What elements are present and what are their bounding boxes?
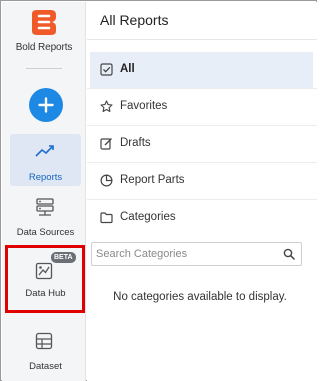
search-icon[interactable] xyxy=(283,248,295,260)
checkbox-icon xyxy=(100,63,113,76)
menu-item-drafts[interactable]: Drafts xyxy=(90,126,313,162)
menu-item-label: Categories xyxy=(120,211,176,223)
divider xyxy=(87,39,317,40)
page-title: All Reports xyxy=(100,12,169,28)
trend-chart-icon xyxy=(35,145,54,157)
star-icon xyxy=(100,100,113,113)
brand-name: Bold Reports xyxy=(15,42,73,53)
sidebar-item-reports[interactable]: Reports xyxy=(10,134,81,186)
sidebar-item-dataset[interactable]: Dataset xyxy=(10,328,81,378)
menu-item-label: All xyxy=(120,63,135,75)
dataset-icon xyxy=(35,332,53,350)
menu-item-report-parts[interactable]: Report Parts xyxy=(90,163,313,199)
sidebar-item-data-sources[interactable]: Data Sources xyxy=(10,192,81,242)
pie-icon xyxy=(100,174,113,187)
sidebar-item-label: Data Sources xyxy=(16,227,75,238)
add-button[interactable] xyxy=(29,88,63,122)
bold-reports-logo-icon xyxy=(32,10,56,35)
data-sources-icon xyxy=(36,198,54,216)
edit-icon xyxy=(100,138,112,150)
folder-icon xyxy=(100,212,113,224)
empty-state-message: No categories available to display. xyxy=(113,291,287,303)
search-categories-field[interactable] xyxy=(91,242,302,266)
highlight-annotation xyxy=(5,245,85,313)
menu-item-label: Report Parts xyxy=(120,174,185,186)
app-window: Bold Reports Reports Data Sources BETA D… xyxy=(0,0,317,381)
menu-item-label: Favorites xyxy=(120,100,168,112)
sidebar: Bold Reports Reports Data Sources BETA D… xyxy=(2,2,86,381)
sidebar-item-label: Reports xyxy=(28,172,63,183)
plus-icon xyxy=(38,97,54,113)
menu-item-all[interactable]: All xyxy=(90,52,313,88)
search-input[interactable] xyxy=(96,246,276,262)
menu-item-categories[interactable]: Categories xyxy=(90,200,313,236)
main-panel: All Reports All Favorites Drafts Report … xyxy=(87,2,317,381)
sidebar-item-label: Dataset xyxy=(29,361,62,372)
divider xyxy=(26,68,62,69)
menu-item-label: Drafts xyxy=(120,137,151,149)
brand-logo[interactable]: Bold Reports xyxy=(2,2,86,64)
menu-item-favorites[interactable]: Favorites xyxy=(90,89,313,125)
